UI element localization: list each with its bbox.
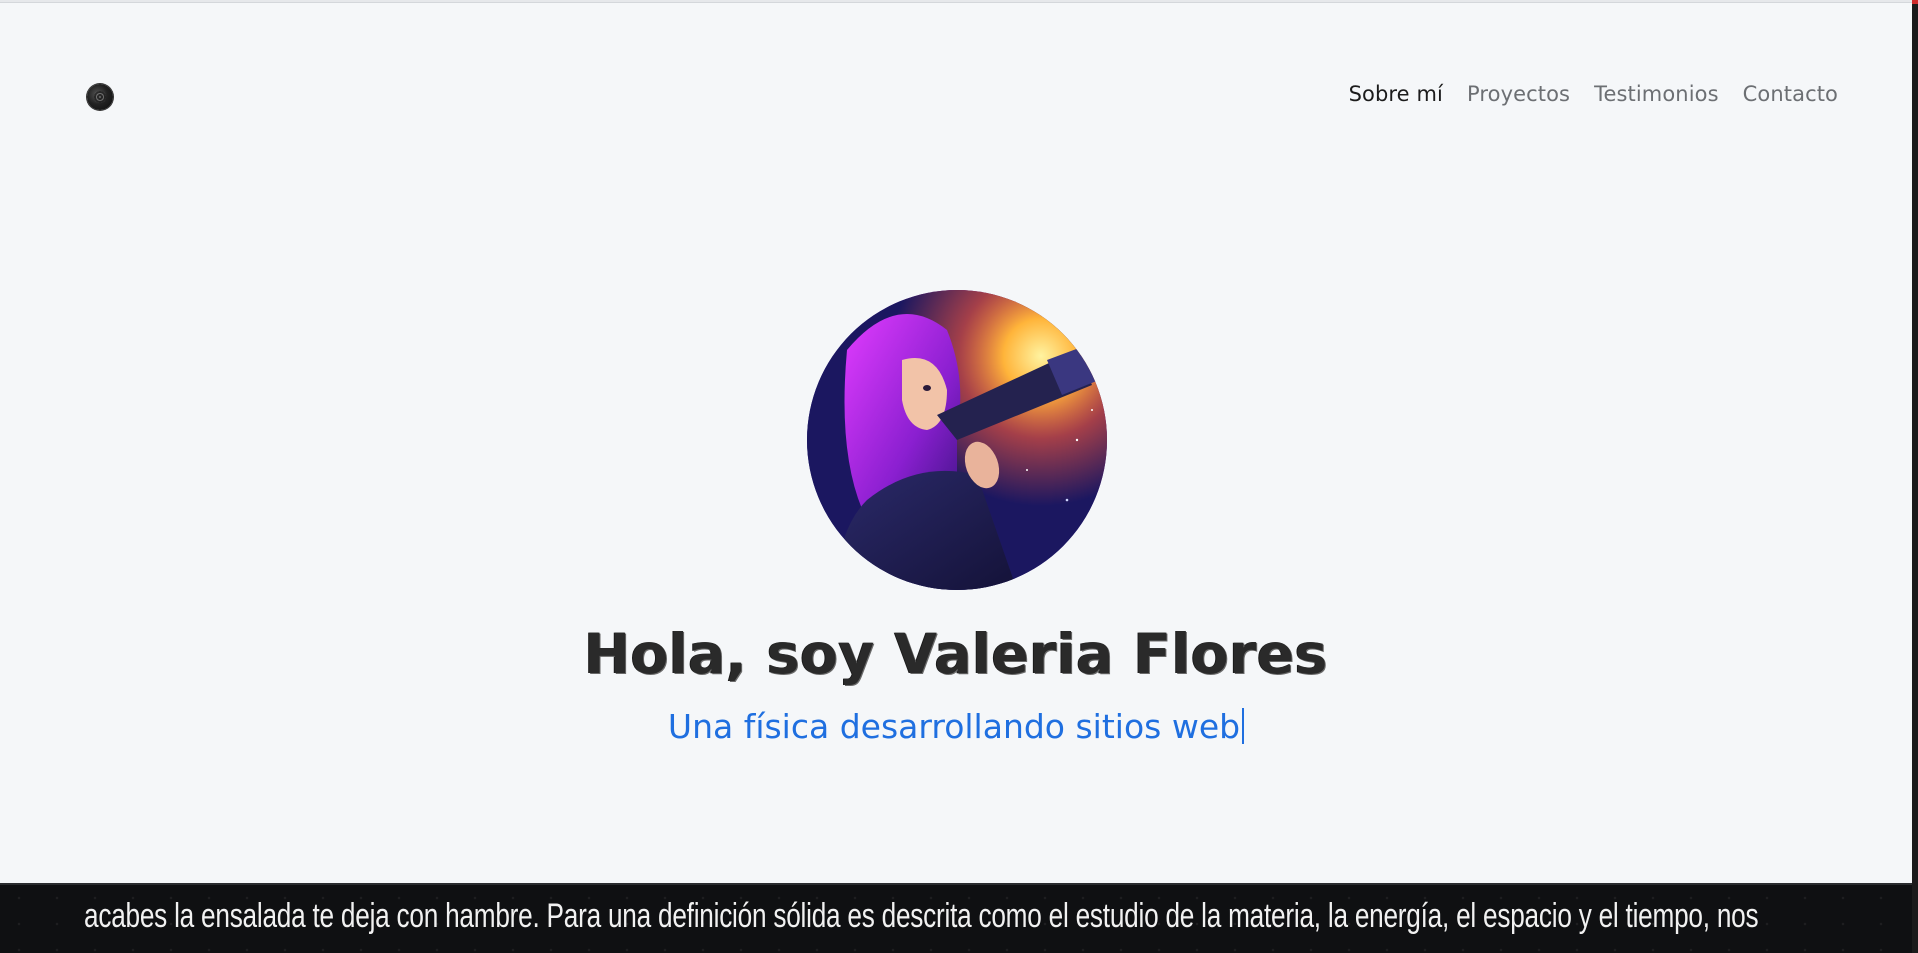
nav-link-sobre-mi[interactable]: Sobre mí: [1349, 82, 1443, 106]
text-cursor: [1242, 708, 1245, 744]
nav-link-contacto[interactable]: Contacto: [1743, 82, 1838, 106]
nav-link-testimonios[interactable]: Testimonios: [1594, 82, 1719, 106]
page-title: Hola, soy Valeria Flores: [584, 622, 1328, 686]
planet-logo-icon[interactable]: [87, 84, 113, 110]
typed-subtitle-text: Una física desarrollando sitios web: [667, 707, 1241, 746]
navbar: Sobre mí Proyectos Testimonios Contacto: [0, 0, 1912, 195]
page: Sobre mí Proyectos Testimonios Contacto: [0, 0, 1918, 953]
window-right-edge: [1912, 0, 1918, 953]
banner-text: acabes la ensalada te deja con hambre. P…: [84, 897, 1759, 935]
window-right-edge-accent: [1912, 0, 1918, 4]
scrolling-text-banner: acabes la ensalada te deja con hambre. P…: [0, 883, 1912, 953]
profile-avatar: [807, 290, 1107, 590]
nav-link-proyectos[interactable]: Proyectos: [1467, 82, 1570, 106]
astronomer-avatar-illustration: [807, 290, 1107, 590]
hero-subtitle: Una física desarrollando sitios web: [0, 707, 1912, 746]
nav-links: Sobre mí Proyectos Testimonios Contacto: [1349, 82, 1838, 106]
